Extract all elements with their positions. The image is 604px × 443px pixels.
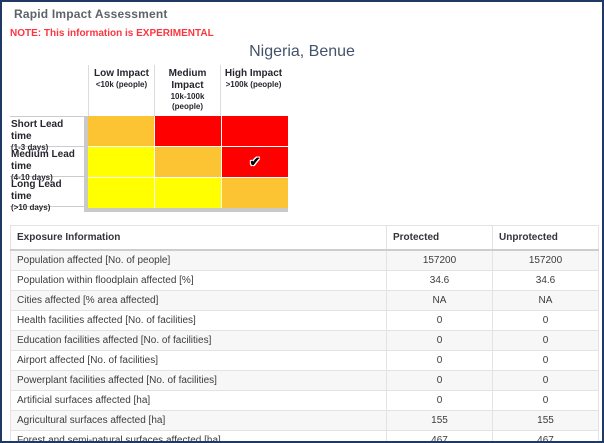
impact-cell-0-2[interactable] — [222, 116, 288, 146]
row-label-short-lead-time: Short Lead time (1-3 days) — [10, 116, 84, 152]
protected-value: 0 — [386, 350, 493, 371]
exposure-label: Artificial surfaces affected [ha] — [10, 390, 387, 411]
exposure-table: Exposure Information Protected Unprotect… — [10, 225, 599, 441]
row-title: Medium Lead time — [11, 149, 75, 172]
impact-matrix-body: Short Lead time (1-3 days) Medium Lead t… — [10, 116, 288, 212]
unprotected-header: Unprotected — [492, 225, 599, 251]
exposure-label: Cities affected [% area affected] — [10, 290, 387, 311]
column-title: High Impact — [224, 68, 283, 79]
protected-value: 467 — [386, 430, 493, 441]
impact-matrix-header-row: Low Impact <10k (people) Medium Impact 1… — [10, 65, 288, 116]
unprotected-value: 0 — [492, 310, 599, 331]
protected-value: NA — [386, 290, 493, 311]
exposure-label: Education facilities affected [No. of fa… — [10, 330, 387, 351]
lead-time-labels: Short Lead time (1-3 days) Medium Lead t… — [10, 116, 84, 212]
impact-cell-1-1[interactable] — [155, 147, 221, 177]
unprotected-value: 157200 — [492, 249, 599, 271]
unprotected-value: 0 — [492, 350, 599, 371]
table-row: Population within floodplain affected [%… — [10, 270, 599, 291]
impact-grid: ✔ — [84, 116, 288, 212]
experimental-note: NOTE: This information is EXPERIMENTAL — [10, 28, 214, 39]
page-title: Rapid Impact Assessment — [14, 7, 168, 21]
impact-cell-1-2[interactable]: ✔ — [222, 147, 288, 177]
unprotected-value: 467 — [492, 430, 599, 441]
column-subtitle: >100k (people) — [225, 80, 282, 89]
exposure-label: Agricultural surfaces affected [ha] — [10, 410, 387, 431]
impact-matrix: Low Impact <10k (people) Medium Impact 1… — [10, 65, 288, 212]
row-title: Short Lead time — [11, 119, 64, 142]
region-title: Nigeria, Benue — [249, 43, 355, 60]
table-row: Agricultural surfaces affected [ha] 155 15… — [10, 410, 599, 431]
column-title: Medium Impact — [168, 68, 207, 91]
table-row: Cities affected [% area affected] NA NA — [10, 290, 599, 311]
unprotected-value: 155 — [492, 410, 599, 431]
table-row: Population affected [No. of people] 15720… — [10, 249, 599, 271]
exposure-label: Forest and semi-natural surfaces affecte… — [10, 430, 387, 441]
row-subtitle: (>10 days) — [11, 203, 51, 212]
impact-cell-0-1[interactable] — [155, 116, 221, 146]
row-label-medium-lead-time: Medium Lead time (4-10 days) — [10, 146, 84, 182]
row-label-long-lead-time: Long Lead time (>10 days) — [10, 176, 84, 212]
protected-value: 155 — [386, 410, 493, 431]
column-header-low-impact: Low Impact <10k (people) — [88, 65, 154, 116]
exposure-label: Population within floodplain affected [%… — [10, 270, 387, 291]
exposure-table-body: Population affected [No. of people] 15720… — [10, 249, 599, 441]
matrix-corner-cell — [10, 65, 88, 116]
protected-header: Protected — [386, 225, 493, 251]
table-row: Forest and semi-natural surfaces affecte… — [10, 430, 599, 441]
unprotected-value: NA — [492, 290, 599, 311]
protected-value: 0 — [386, 310, 493, 331]
column-header-high-impact: High Impact >100k (people) — [220, 65, 286, 116]
selected-check-icon: ✔ — [249, 154, 261, 169]
column-subtitle: <10k (people) — [95, 80, 148, 89]
table-row: Education facilities affected [No. of fa… — [10, 330, 599, 351]
column-header-medium-impact: Medium Impact 10k-100k (people) — [154, 65, 220, 116]
impact-cell-1-0[interactable] — [88, 147, 154, 177]
protected-value: 0 — [386, 370, 493, 391]
impact-cell-2-0[interactable] — [88, 178, 154, 208]
rapid-impact-assessment-panel: Rapid Impact Assessment NOTE: This infor… — [0, 0, 604, 443]
unprotected-value: 0 — [492, 370, 599, 391]
impact-cell-0-0[interactable] — [88, 116, 154, 146]
column-title: Low Impact — [93, 68, 149, 79]
protected-value: 0 — [386, 330, 493, 351]
exposure-label: Powerplant facilities affected [No. of f… — [10, 370, 387, 391]
table-row: Powerplant facilities affected [No. of f… — [10, 370, 599, 391]
exposure-info-header: Exposure Information — [10, 225, 387, 251]
protected-value: 157200 — [386, 249, 493, 271]
unprotected-value: 0 — [492, 390, 599, 411]
impact-cell-2-2[interactable] — [222, 178, 288, 208]
exposure-label: Airport affected [No. of facilities] — [10, 350, 387, 371]
unprotected-value: 0 — [492, 330, 599, 351]
exposure-label: Health facilities affected [No. of facil… — [10, 310, 387, 331]
table-row: Health facilities affected [No. of facil… — [10, 310, 599, 331]
protected-value: 0 — [386, 390, 493, 411]
exposure-label: Population affected [No. of people] — [10, 249, 387, 271]
protected-value: 34.6 — [386, 270, 493, 291]
exposure-table-header-row: Exposure Information Protected Unprotect… — [10, 225, 599, 251]
unprotected-value: 34.6 — [492, 270, 599, 291]
table-row: Airport affected [No. of facilities] 0 0 — [10, 350, 599, 371]
column-subtitle: 10k-100k (people) — [170, 92, 205, 111]
table-row: Artificial surfaces affected [ha] 0 0 — [10, 390, 599, 411]
row-title: Long Lead time — [11, 179, 62, 202]
impact-cell-2-1[interactable] — [155, 178, 221, 208]
